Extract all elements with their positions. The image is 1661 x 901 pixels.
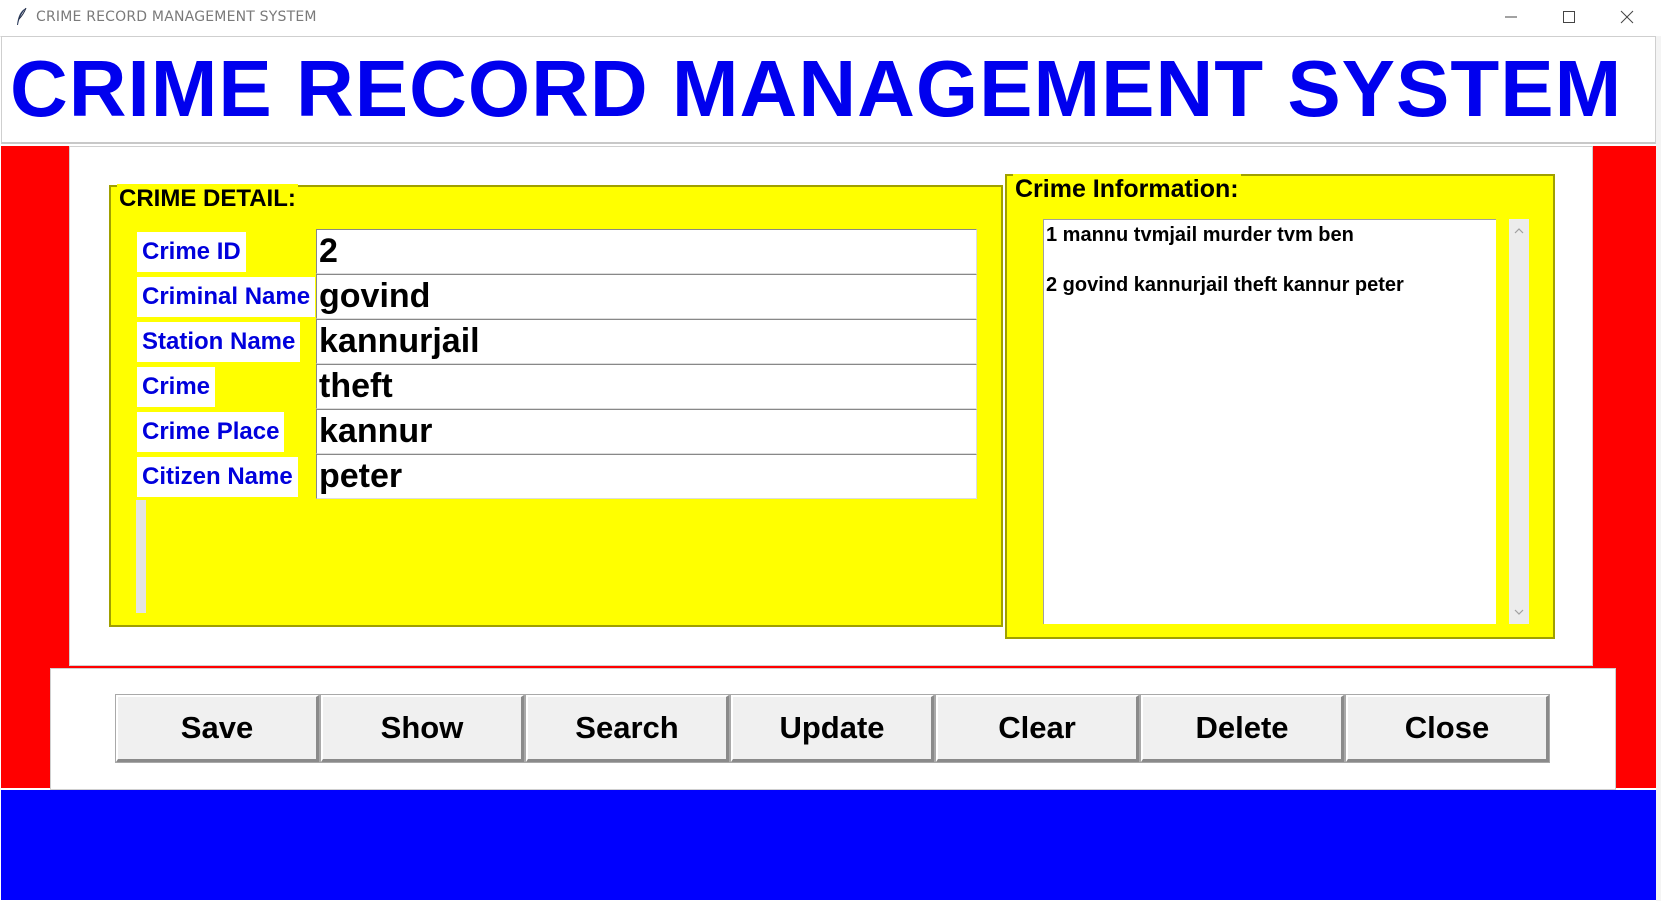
show-button[interactable]: Show [320,694,525,763]
title-bar[interactable]: CRIME RECORD MANAGEMENT SYSTEM [0,0,1661,37]
crime-id-label: Crime ID [137,232,246,272]
minimize-icon [1505,16,1517,18]
chevron-up-icon [1514,228,1524,234]
list-item-blank [1046,248,1494,273]
scroll-up-arrow[interactable] [1509,221,1529,241]
citizen-name-label: Citizen Name [137,457,298,497]
station-name-label: Station Name [137,322,301,362]
citizen-name-input[interactable]: peter [316,454,977,499]
crime-label: Crime [137,367,216,407]
crime-place-input[interactable]: kannur [316,409,977,454]
window-title: CRIME RECORD MANAGEMENT SYSTEM [36,9,317,25]
crime-place-label: Crime Place [137,412,285,452]
crime-id-input[interactable]: 2 [316,229,977,274]
update-button[interactable]: Update [730,694,935,763]
window-edge [1656,36,1661,901]
criminal-name-input[interactable]: govind [316,274,977,319]
maximize-button[interactable] [1540,0,1598,34]
minimize-button[interactable] [1482,0,1540,34]
records-scrollbar[interactable] [1509,219,1529,624]
close-button[interactable]: Close [1345,694,1550,763]
delete-button[interactable]: Delete [1140,694,1345,763]
crime-input[interactable]: theft [316,364,977,409]
station-name-input[interactable]: kannurjail [316,319,977,364]
crime-records-list[interactable]: 1 mannu tvmjail murder tvm ben 2 govind … [1043,219,1496,624]
label-column-filler [136,500,146,613]
search-button[interactable]: Search [525,694,730,763]
feather-icon [17,7,27,25]
close-window-button[interactable] [1598,0,1656,34]
list-item[interactable]: 2 govind kannurjail theft kannur peter [1046,273,1494,298]
app-banner-title: CRIME RECORD MANAGEMENT SYSTEM [10,44,1623,133]
clear-button[interactable]: Clear [935,694,1140,763]
chevron-down-icon [1514,609,1524,615]
close-icon [1620,10,1634,24]
save-button[interactable]: Save [115,694,320,763]
header-panel: CRIME RECORD MANAGEMENT SYSTEM [1,36,1656,144]
scroll-down-arrow[interactable] [1509,602,1529,622]
list-item[interactable]: 1 mannu tvmjail murder tvm ben [1046,223,1494,248]
crime-detail-title: CRIME DETAIL: [117,184,298,214]
footer-panel [1,790,1656,900]
maximize-icon [1563,11,1575,23]
app-window: CRIME RECORD MANAGEMENT SYSTEM CRIME REC… [0,0,1661,901]
criminal-name-label: Criminal Name [137,277,316,317]
crime-information-title: Crime Information: [1013,174,1241,204]
